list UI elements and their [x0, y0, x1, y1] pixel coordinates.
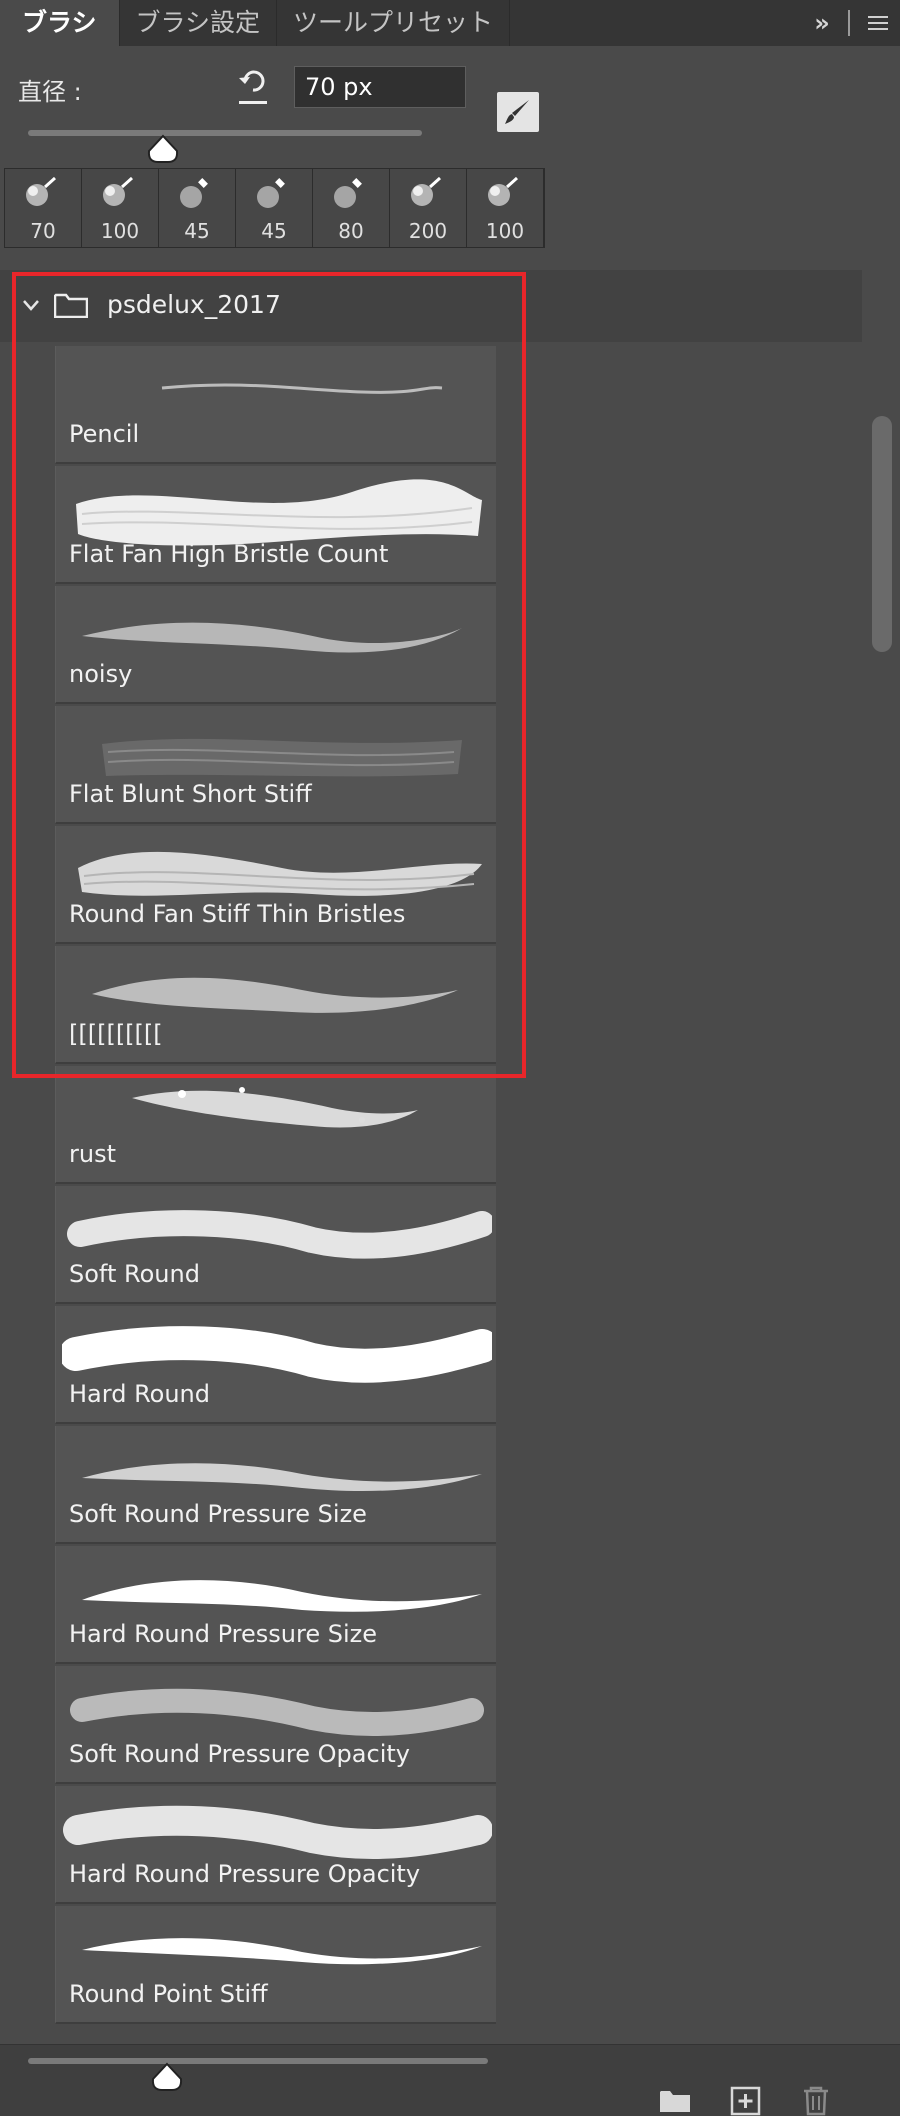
- eraser-tip-icon: [334, 178, 362, 208]
- recent-brush-size: 80: [338, 219, 364, 243]
- brush-preset-item[interactable]: Hard Round Pressure Opacity: [55, 1786, 496, 1904]
- brush-stroke-preview: [63, 1805, 492, 1859]
- diameter-label: 直径 :: [18, 78, 82, 106]
- recent-brush[interactable]: 200: [390, 169, 467, 247]
- brush-tip-icon: [26, 177, 57, 206]
- scrollbar-thumb[interactable]: [872, 416, 892, 652]
- brush-stroke-preview: [161, 383, 443, 394]
- recent-brush-size: 100: [100, 219, 140, 243]
- recent-brush-size: 45: [184, 219, 210, 243]
- brush-preset-item[interactable]: Round Point Stiff: [55, 1906, 496, 2024]
- recent-brush[interactable]: 70: [5, 169, 82, 247]
- brush-preset-name: Round Point Stiff: [69, 1980, 268, 2008]
- recent-brush-size: 100: [485, 219, 525, 243]
- recent-brush[interactable]: 45: [159, 169, 236, 247]
- recent-brush-size: 70: [30, 219, 56, 243]
- brush-preset-name: Pencil: [69, 420, 140, 448]
- brush-settings-icon[interactable]: [497, 92, 539, 132]
- brush-preset-item[interactable]: Hard Round: [55, 1306, 496, 1424]
- brush-stroke-preview: [92, 977, 458, 1013]
- recent-brush[interactable]: 100: [467, 169, 544, 247]
- brush-preset-item[interactable]: Round Fan Stiff Thin Bristles: [55, 826, 496, 944]
- diameter-slider-thumb[interactable]: [146, 134, 180, 164]
- brush-preset-name: Flat Blunt Short Stiff: [69, 780, 312, 808]
- eraser-tip-icon: [257, 178, 285, 208]
- brush-list[interactable]: psdelux_2017 Pencil Flat Fan High Bristle…: [0, 250, 900, 2040]
- brush-tip-icon: [103, 177, 134, 206]
- brush-preset-name: [[[[[[[[[[: [69, 1020, 163, 1048]
- tab-tool-presets[interactable]: ツールプリセット: [277, 0, 511, 46]
- brush-preset-name: rust: [69, 1140, 116, 1168]
- new-brush-icon[interactable]: [729, 2086, 763, 2116]
- brush-stroke-preview: [82, 622, 462, 653]
- brush-stroke-preview: [78, 851, 482, 896]
- brush-stroke-preview: [82, 1938, 482, 1965]
- recent-brush-size: 200: [408, 219, 448, 243]
- brush-preset-item[interactable]: Flat Fan High Bristle Count: [55, 466, 496, 584]
- brush-group-name: psdelux_2017: [107, 290, 281, 319]
- brush-stroke-preview: [82, 1580, 482, 1612]
- tab-brush[interactable]: ブラシ: [0, 0, 120, 46]
- brush-stroke-preview: [76, 479, 482, 546]
- brush-preset-item[interactable]: Soft Round Pressure Opacity: [55, 1666, 496, 1784]
- brush-preset-item[interactable]: [[[[[[[[[[: [55, 946, 496, 1064]
- tab-bar-spacer: [510, 0, 802, 46]
- recent-brush[interactable]: 45: [236, 169, 313, 247]
- brush-preset-item[interactable]: noisy: [55, 586, 496, 704]
- brush-preset-item[interactable]: Pencil: [55, 346, 496, 464]
- brush-tip-icon: [411, 177, 442, 206]
- brush-stroke-preview: [70, 1688, 484, 1736]
- recent-brush[interactable]: 80: [313, 169, 390, 247]
- tab-divider: [848, 10, 850, 36]
- recent-brush-size: 45: [261, 219, 287, 243]
- reset-size-icon[interactable]: [236, 68, 270, 104]
- brush-preset-name: Soft Round Pressure Size: [69, 1500, 367, 1528]
- brush-preset-item[interactable]: Flat Blunt Short Stiff: [55, 706, 496, 824]
- brush-stroke-preview: [82, 1463, 482, 1492]
- brush-tip-icon: [488, 177, 519, 206]
- brush-preset-name: Hard Round: [69, 1380, 210, 1408]
- brush-preset-name: Round Fan Stiff Thin Bristles: [69, 900, 406, 928]
- new-group-folder-icon[interactable]: [658, 2086, 692, 2116]
- brush-preset-name: noisy: [69, 660, 133, 688]
- diameter-slider-track[interactable]: [28, 130, 422, 136]
- brush-preset-name: Soft Round Pressure Opacity: [69, 1740, 410, 1768]
- tab-brush-settings[interactable]: ブラシ設定: [120, 0, 278, 46]
- brush-preset-name: Hard Round Pressure Opacity: [69, 1860, 421, 1888]
- brush-stroke-preview: [132, 1087, 418, 1128]
- brush-preset-item[interactable]: Soft Round: [55, 1186, 496, 1304]
- expand-panel-icon[interactable]: »: [802, 0, 842, 46]
- recent-brush[interactable]: 100: [82, 169, 159, 247]
- brush-preset-name: Soft Round: [69, 1260, 200, 1288]
- brush-preset-name: Flat Fan High Bristle Count: [69, 540, 389, 568]
- chevron-down-icon[interactable]: [22, 296, 40, 314]
- panel-tab-bar: ブラシ ブラシ設定 ツールプリセット »: [0, 0, 900, 46]
- preview-size-slider-thumb[interactable]: [150, 2062, 184, 2092]
- brush-preset-item[interactable]: Soft Round Pressure Size: [55, 1426, 496, 1544]
- eraser-tip-icon: [180, 178, 208, 208]
- brush-stroke-preview: [102, 738, 462, 777]
- panel-menu-icon[interactable]: [856, 0, 900, 46]
- preview-size-slider-track[interactable]: [28, 2058, 488, 2064]
- folder-icon: [54, 293, 88, 318]
- brush-stroke-preview: [62, 1326, 492, 1383]
- panel-bottom-bar: [0, 2044, 900, 2116]
- recent-brushes: 70 100 45 45 80 200 100: [4, 168, 545, 248]
- brush-preset-item[interactable]: Hard Round Pressure Size: [55, 1546, 496, 1664]
- trash-icon[interactable]: [799, 2086, 833, 2116]
- brush-preset-name: Hard Round Pressure Size: [69, 1620, 378, 1648]
- brush-group-row[interactable]: psdelux_2017: [0, 270, 862, 342]
- diameter-input[interactable]: 70 px: [294, 66, 466, 108]
- brush-stroke-preview: [67, 1210, 492, 1259]
- brush-preset-item[interactable]: rust: [55, 1066, 496, 1184]
